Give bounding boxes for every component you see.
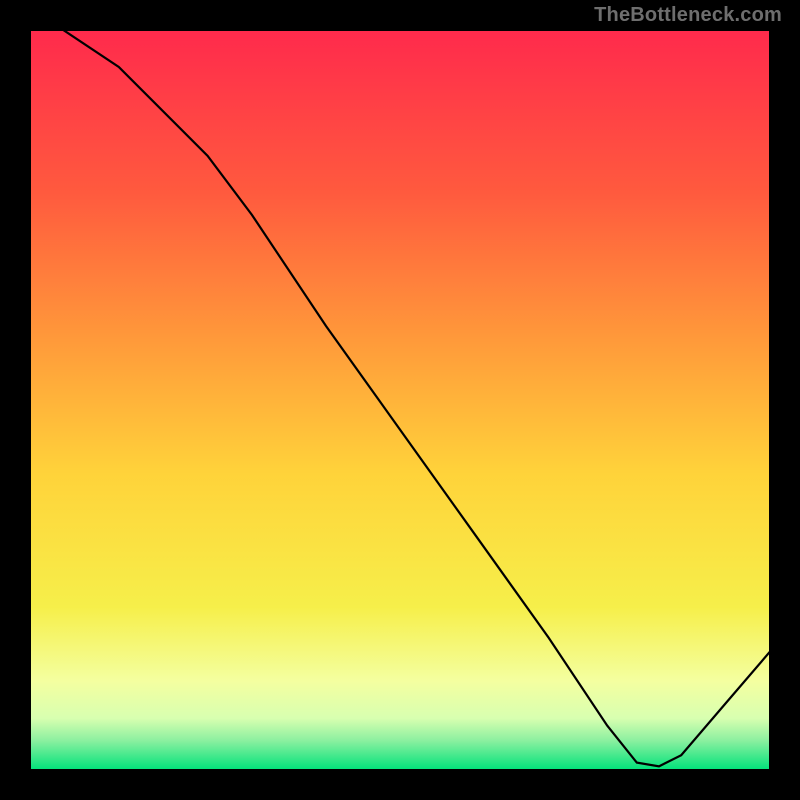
gradient-background	[30, 30, 770, 770]
chart-container: TheBottleneck.com	[0, 0, 800, 800]
watermark-text: TheBottleneck.com	[594, 4, 782, 27]
bottleneck-curve-plot	[30, 30, 770, 770]
